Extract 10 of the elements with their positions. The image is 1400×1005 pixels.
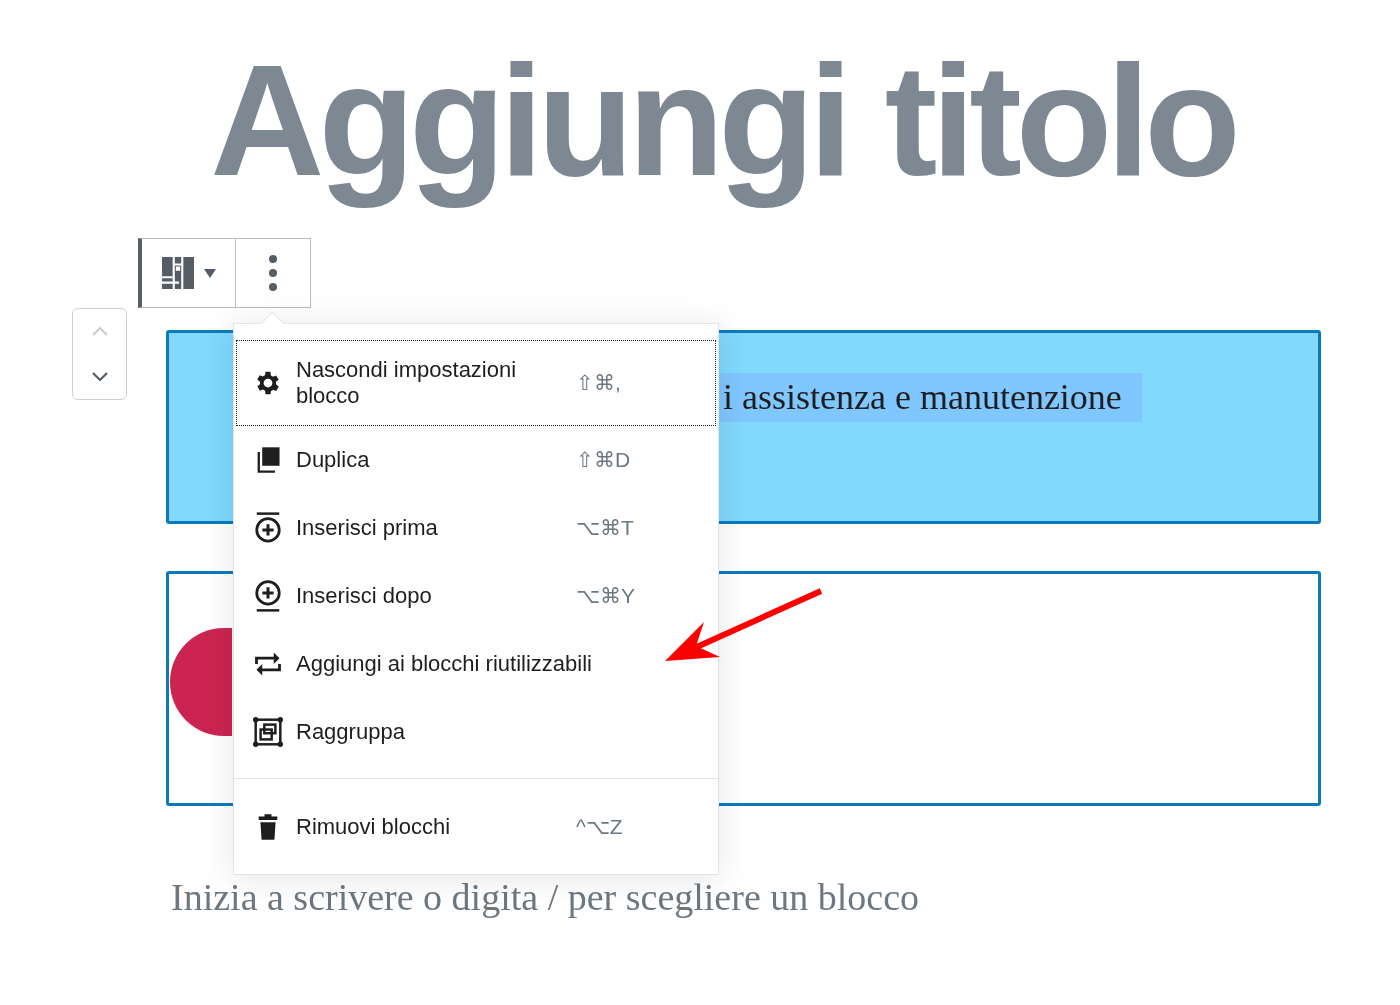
menu-item[interactable]: Duplica ⇧⌘D [234,426,718,494]
block-placeholder[interactable]: Inizia a scrivere o digita / per scegliere un blocco [171,878,1400,916]
menu-item[interactable]: Raggruppa [234,698,718,766]
post-title[interactable]: Aggiungi titolo [210,26,1235,216]
menu-item[interactable]: Rimuovi blocchi ^⌥Z [234,793,718,861]
menu-item[interactable]: Inserisci dopo ⌥⌘Y [234,562,718,630]
menu-item[interactable]: Inserisci prima ⌥⌘T [234,494,718,562]
menu-item[interactable]: Aggiungi ai blocchi riutilizzabili [234,630,718,698]
block-text: i assistenza e manutenzione [720,373,1142,422]
menu-item[interactable]: Nascondi impostazioni blocco ⇧⌘, [236,340,716,426]
